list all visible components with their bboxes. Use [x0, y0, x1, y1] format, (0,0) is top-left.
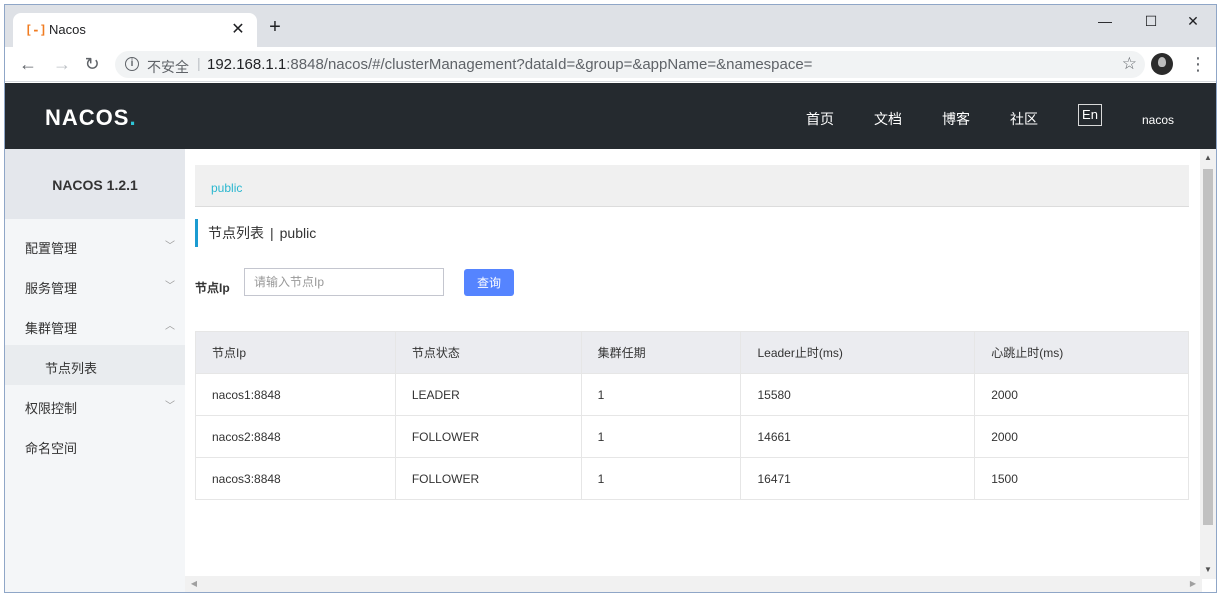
scroll-right-icon[interactable]: ▶	[1186, 576, 1200, 592]
url-path: :8848/nacos/#/clusterManagement?dataId=&…	[286, 56, 813, 73]
cell-heartbeat-due: 2000	[974, 415, 1189, 458]
nav-home[interactable]: 首页	[806, 109, 834, 129]
nav-docs[interactable]: 文档	[874, 109, 902, 129]
reload-button[interactable]: ↻	[81, 53, 103, 75]
cell-term: 1	[580, 415, 742, 458]
url-text[interactable]: 192.168.1.1:8848/nacos/#/clusterManageme…	[207, 56, 812, 73]
sidebar: NACOS 1.2.1 配置管理 ﹀ 服务管理 ﹀ 集群管理 ︿ 节点列表 权限…	[5, 149, 185, 592]
sidebar-item-config[interactable]: 配置管理 ﹀	[5, 225, 185, 265]
user-name[interactable]: nacos	[1142, 113, 1174, 127]
browser-menu-icon[interactable]: ⋮	[1189, 53, 1207, 75]
vertical-scroll-thumb[interactable]	[1203, 169, 1213, 525]
scroll-left-icon[interactable]: ◀	[187, 576, 201, 592]
horizontal-scrollbar[interactable]: ◀ ▶	[185, 576, 1202, 592]
nav-blog[interactable]: 博客	[942, 109, 970, 129]
page-title-text: 节点列表	[208, 225, 264, 241]
table-row: nacos2:8848 FOLLOWER 1 14661 2000	[195, 415, 1189, 458]
cell-node-state: LEADER	[394, 373, 582, 416]
maximize-button[interactable]: ☐	[1141, 11, 1161, 31]
sidebar-item-label: 节点列表	[45, 361, 98, 376]
cell-node-state: FOLLOWER	[394, 457, 582, 500]
chevron-down-icon: ﹀	[165, 401, 175, 412]
close-window-button[interactable]: ✕	[1183, 11, 1203, 31]
url-separator: |	[197, 55, 201, 71]
nav-community[interactable]: 社区	[1010, 109, 1038, 129]
bookmark-star-icon[interactable]: ☆	[1122, 54, 1137, 74]
sidebar-item-namespace[interactable]: 命名空间	[5, 425, 185, 465]
cell-node-ip: nacos1:8848	[195, 373, 396, 416]
back-button[interactable]: ←	[17, 53, 39, 75]
cell-leader-due: 14661	[740, 415, 976, 458]
cell-node-ip: nacos3:8848	[195, 457, 396, 500]
chevron-down-icon: ﹀	[165, 241, 175, 252]
node-table: 节点Ip 节点状态 集群任期 Leader止时(ms) 心跳止时(ms) nac…	[195, 331, 1189, 500]
tab-title: Nacos	[49, 22, 86, 37]
forward-button[interactable]: →	[51, 53, 73, 75]
tab-close-icon[interactable]: ✕	[229, 19, 247, 39]
query-button[interactable]: 查询	[464, 269, 514, 296]
browser-tab-nacos[interactable]: [-] Nacos ✕	[13, 13, 257, 47]
vertical-scrollbar[interactable]: ▲ ▼	[1200, 149, 1216, 579]
info-icon[interactable]: i	[125, 57, 139, 71]
sidebar-item-auth[interactable]: 权限控制 ﹀	[5, 385, 185, 425]
sidebar-item-label: 命名空间	[25, 441, 78, 456]
node-ip-label: 节点Ip	[195, 281, 230, 295]
cell-node-state: FOLLOWER	[394, 415, 582, 458]
sidebar-item-label: 权限控制	[25, 401, 78, 416]
cell-node-ip: nacos2:8848	[195, 415, 396, 458]
browser-window: [-] Nacos ✕ + — ☐ ✕ ← → ↻ i 不安全 | 192.16…	[4, 4, 1217, 593]
sidebar-item-label: 集群管理	[25, 321, 78, 336]
cell-heartbeat-due: 1500	[974, 457, 1189, 500]
version-label: NACOS 1.2.1	[52, 177, 138, 193]
table-row: nacos1:8848 LEADER 1 15580 2000	[195, 373, 1189, 416]
cell-term: 1	[580, 373, 742, 416]
profile-avatar[interactable]	[1151, 53, 1173, 75]
table-header-row: 节点Ip 节点状态 集群任期 Leader止时(ms) 心跳止时(ms)	[195, 331, 1189, 374]
page-title-namespace: public	[279, 225, 317, 241]
language-toggle[interactable]: En	[1078, 104, 1102, 126]
sidebar-item-label: 配置管理	[25, 241, 78, 256]
chevron-up-icon: ︿	[165, 321, 175, 332]
page-title-separator: |	[270, 225, 274, 241]
tab-strip: [-] Nacos ✕ + — ☐ ✕	[5, 5, 1216, 47]
cell-leader-due: 16471	[740, 457, 976, 500]
column-header-node-ip: 节点Ip	[195, 331, 396, 374]
version-banner: NACOS 1.2.1	[5, 149, 185, 219]
column-header-term: 集群任期	[580, 331, 742, 374]
sidebar-item-cluster[interactable]: 集群管理 ︿	[5, 305, 185, 345]
column-header-heartbeat-due: 心跳止时(ms)	[974, 331, 1189, 374]
chevron-down-icon: ﹀	[165, 281, 175, 292]
nacos-logo[interactable]: NACOS.	[45, 105, 137, 131]
logo-text: NACOS	[45, 105, 130, 130]
sidebar-item-node-list[interactable]: 节点列表	[5, 345, 185, 385]
sidebar-item-label: 服务管理	[25, 281, 78, 296]
address-bar[interactable]: i 不安全 | 192.168.1.1:8848/nacos/#/cluster…	[115, 51, 1145, 78]
new-tab-button[interactable]: +	[265, 17, 285, 39]
cell-leader-due: 15580	[740, 373, 976, 416]
sidebar-item-service[interactable]: 服务管理 ﹀	[5, 265, 185, 305]
column-header-leader-due: Leader止时(ms)	[740, 331, 976, 374]
table-row: nacos3:8848 FOLLOWER 1 16471 1500	[195, 457, 1189, 500]
namespace-link-public[interactable]: public	[211, 181, 242, 195]
scroll-down-icon[interactable]: ▼	[1200, 563, 1216, 577]
column-header-node-state: 节点状态	[394, 331, 582, 374]
nacos-favicon-icon: [-]	[25, 23, 47, 37]
browser-toolbar: ← → ↻ i 不安全 | 192.168.1.1:8848/nacos/#/c…	[5, 47, 1216, 82]
logo-dot: .	[129, 105, 137, 130]
insecure-label[interactable]: 不安全	[147, 57, 189, 77]
minimize-button[interactable]: —	[1095, 11, 1115, 31]
cell-term: 1	[580, 457, 742, 500]
url-host: 192.168.1.1	[207, 56, 287, 73]
node-ip-search-input[interactable]	[244, 268, 444, 296]
namespace-bar: public	[195, 165, 1189, 207]
scroll-up-icon[interactable]: ▲	[1200, 151, 1216, 165]
cell-heartbeat-due: 2000	[974, 373, 1189, 416]
page-title: 节点列表 | public	[195, 219, 316, 247]
app-header: NACOS. 首页 文档 博客 社区 En nacos	[5, 83, 1216, 149]
